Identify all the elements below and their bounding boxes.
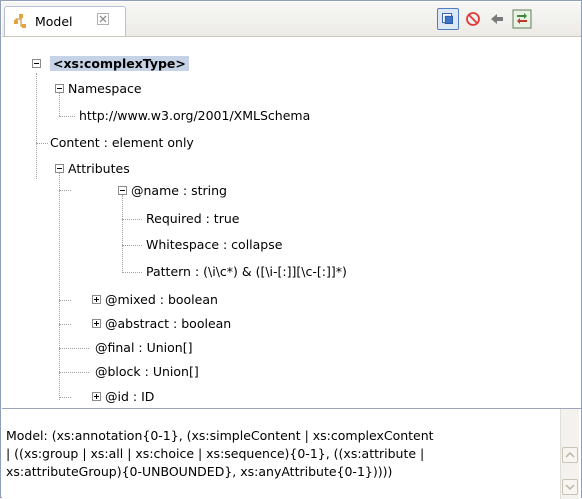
tree-guide	[122, 272, 142, 273]
collapse-toggle[interactable]	[55, 164, 64, 173]
tree-guide	[36, 73, 37, 179]
model-description-text: Model: (xs:annotation{0-1}, (xs:simpleCo…	[6, 427, 549, 481]
back-arrow-icon[interactable]	[486, 8, 508, 30]
tree-guide	[59, 93, 60, 116]
description-line: | ((xs:group | xs:all | xs:choice | xs:s…	[6, 446, 425, 461]
tree-guide	[59, 324, 71, 325]
attributes-toggle-icon[interactable]	[437, 8, 459, 30]
vertical-scrollbar[interactable]	[560, 409, 579, 499]
model-view: Model <xs:complexType> Namespace http://…	[0, 0, 582, 499]
tree-node-content[interactable]: Content : element only	[50, 135, 194, 151]
stop-icon[interactable]	[462, 8, 484, 30]
tree-guide	[59, 300, 71, 301]
chevron-up-icon	[565, 451, 575, 458]
tree-guide	[122, 245, 142, 246]
scroll-down-button[interactable]	[562, 479, 578, 495]
tree-node-final[interactable]: @final : Union[]	[95, 340, 192, 356]
model-tree: <xs:complexType> Namespace http://www.w3…	[2, 37, 581, 407]
tree-root-complextype[interactable]: <xs:complexType>	[50, 56, 189, 71]
tree-guide	[59, 348, 89, 349]
tree-node-abstract[interactable]: @abstract : boolean	[105, 316, 231, 332]
tree-node-whitespace[interactable]: Whitespace : collapse	[146, 237, 282, 253]
tree-node-block[interactable]: @block : Union[]	[95, 364, 199, 380]
collapse-toggle[interactable]	[55, 84, 64, 93]
expand-toggle[interactable]	[92, 319, 101, 328]
tree-guide	[59, 397, 71, 398]
tree-node-namespace[interactable]: Namespace	[68, 81, 142, 97]
tree-node-namespace-value[interactable]: http://www.w3.org/2001/XMLSchema	[79, 108, 310, 124]
tree-guide	[59, 173, 60, 400]
sync-icon[interactable]	[511, 8, 533, 30]
expand-toggle[interactable]	[92, 295, 101, 304]
tree-node-mixed[interactable]: @mixed : boolean	[105, 292, 218, 308]
tree-guide	[59, 116, 75, 117]
expand-toggle[interactable]	[92, 392, 101, 401]
chevron-down-icon	[565, 484, 575, 491]
description-line: Model: (xs:annotation{0-1}, (xs:simpleCo…	[6, 428, 434, 443]
collapse-toggle[interactable]	[32, 59, 41, 68]
close-icon[interactable]	[95, 11, 111, 27]
tree-guide	[59, 190, 71, 191]
tree-node-pattern[interactable]: Pattern : (\i\c*) & ([\i-[:]][\c-[:]]*)	[146, 264, 347, 280]
tree-node-id[interactable]: @id : ID	[105, 389, 154, 405]
collapse-toggle[interactable]	[118, 186, 127, 195]
scroll-up-button[interactable]	[562, 447, 578, 463]
tree-guide	[36, 143, 48, 144]
model-tree-icon	[14, 14, 26, 28]
tree-guide	[122, 219, 142, 220]
description-line: xs:attributeGroup){0-UNBOUNDED}, xs:anyA…	[6, 464, 393, 479]
tree-node-attr-name[interactable]: @name : string	[131, 183, 227, 199]
tree-node-attributes[interactable]: Attributes	[68, 161, 130, 177]
model-description-pane[interactable]: Model: (xs:annotation{0-1}, (xs:simpleCo…	[2, 408, 581, 499]
view-toolbar: Model	[2, 2, 581, 37]
tree-guide	[59, 372, 89, 373]
tree-guide	[122, 195, 123, 273]
model-tab[interactable]: Model	[4, 6, 126, 36]
tab-title: Model	[35, 14, 73, 29]
tree-node-required[interactable]: Required : true	[146, 211, 239, 227]
